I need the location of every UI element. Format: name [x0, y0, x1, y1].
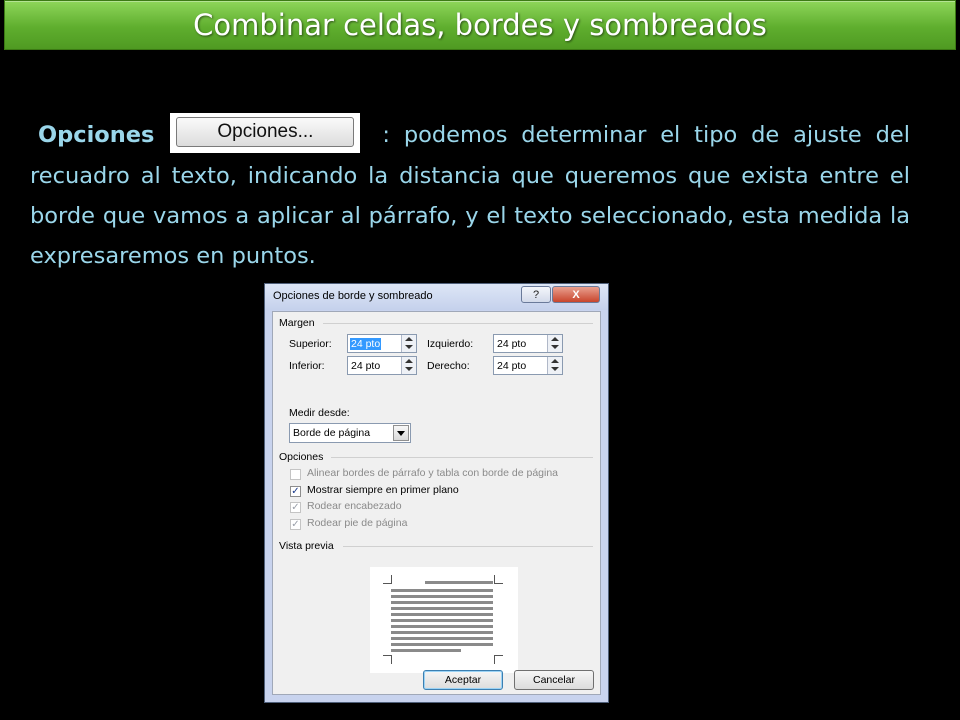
surround-header-checkbox[interactable]: ✓	[290, 502, 301, 513]
preview-corner-mark	[383, 655, 392, 664]
derecho-value: 24 pto	[497, 360, 527, 372]
spin-up-icon[interactable]	[405, 359, 413, 363]
inferior-spin-arrows[interactable]	[401, 357, 416, 374]
help-button[interactable]: ?	[521, 286, 551, 303]
accept-button[interactable]: Aceptar	[423, 670, 503, 690]
preview-text-line	[391, 649, 461, 652]
preview-area	[370, 567, 518, 673]
align-borders-label: Alinear bordes de párrafo y tabla con bo…	[307, 467, 559, 479]
superior-value: 24 pto	[350, 338, 382, 350]
dialog-titlebar: Opciones de borde y sombreado ? X	[265, 284, 608, 310]
always-front-checkbox[interactable]: ✓	[290, 486, 301, 497]
options-section-label: Opciones	[279, 451, 324, 463]
paragraph-line-1: : podemos determinar el tipo de ajuste	[382, 122, 862, 148]
slide-title-bar: Combinar celdas, bordes y sombreados	[4, 0, 956, 50]
surround-footer-checkbox[interactable]: ✓	[290, 519, 301, 530]
inferior-value: 24 pto	[351, 360, 381, 372]
margin-section-label: Margen	[279, 317, 315, 329]
section-divider	[343, 546, 593, 547]
always-front-label: Mostrar siempre en primer plano	[307, 484, 459, 496]
align-borders-checkbox[interactable]	[290, 469, 301, 480]
close-button[interactable]: X	[552, 286, 600, 303]
spin-down-icon[interactable]	[405, 367, 413, 371]
slide-title: Combinar celdas, bordes y sombreados	[193, 8, 767, 42]
border-shading-options-dialog: Opciones de borde y sombreado ? X Margen…	[264, 283, 609, 703]
preview-text-line	[391, 595, 493, 598]
cancel-button[interactable]: Cancelar	[514, 670, 594, 690]
izquierdo-value: 24 pto	[497, 338, 527, 350]
measure-from-label: Medir desde:	[289, 407, 350, 419]
section-divider	[331, 457, 593, 458]
preview-text-line	[391, 601, 493, 604]
preview-text-line	[391, 631, 493, 634]
preview-text-line	[391, 625, 493, 628]
preview-text-line	[391, 643, 493, 646]
superior-spin-arrows[interactable]	[401, 335, 416, 352]
spin-up-icon[interactable]	[551, 337, 559, 341]
derecho-spin-arrows[interactable]	[547, 357, 562, 374]
preview-corner-mark	[494, 655, 503, 664]
preview-section-label: Vista previa	[279, 540, 334, 552]
measure-from-value: Borde de página	[293, 427, 371, 439]
izquierdo-label: Izquierdo:	[427, 338, 474, 350]
surround-footer-label: Rodear pie de página	[307, 517, 408, 529]
lead-word: Opciones	[38, 122, 155, 148]
izquierdo-stepper[interactable]: 24 pto	[493, 334, 563, 353]
superior-label: Superior:	[289, 338, 332, 350]
dialog-title: Opciones de borde y sombreado	[273, 290, 433, 302]
preview-text-line	[391, 613, 493, 616]
preview-text-line	[391, 589, 493, 592]
measure-from-select[interactable]: Borde de página	[289, 423, 411, 443]
superior-stepper[interactable]: 24 pto	[347, 334, 417, 353]
derecho-stepper[interactable]: 24 pto	[493, 356, 563, 375]
derecho-label: Derecho:	[427, 360, 470, 372]
opciones-button-image: Opciones...	[170, 112, 361, 153]
spin-up-icon[interactable]	[405, 337, 413, 341]
chevron-down-icon[interactable]	[393, 425, 409, 441]
preview-text-line	[391, 637, 493, 640]
inferior-label: Inferior:	[289, 360, 325, 372]
spin-down-icon[interactable]	[551, 345, 559, 349]
spin-down-icon[interactable]	[405, 345, 413, 349]
spin-up-icon[interactable]	[551, 359, 559, 363]
inferior-stepper[interactable]: 24 pto	[347, 356, 417, 375]
preview-text-line	[391, 607, 493, 610]
izquierdo-spin-arrows[interactable]	[547, 335, 562, 352]
preview-corner-mark	[383, 575, 392, 584]
spin-down-icon[interactable]	[551, 367, 559, 371]
section-divider	[323, 323, 593, 324]
preview-text-line	[425, 581, 493, 584]
slide-paragraph: Opciones Opciones... : podemos determinar …	[30, 112, 910, 276]
preview-text-line	[391, 619, 493, 622]
preview-corner-mark	[494, 575, 503, 584]
opciones-button-label: Opciones...	[176, 116, 355, 147]
surround-header-label: Rodear encabezado	[307, 500, 402, 512]
dialog-body: Margen Superior: 24 pto Izquierdo: 24 pt…	[272, 311, 601, 695]
